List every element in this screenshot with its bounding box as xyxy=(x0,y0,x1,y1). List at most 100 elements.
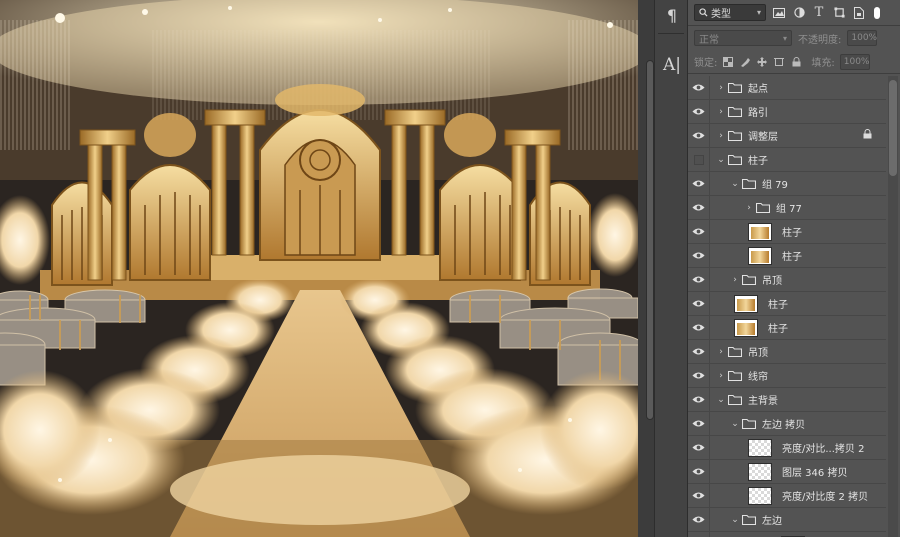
folder-icon xyxy=(727,346,743,358)
visibility-eye-icon[interactable] xyxy=(688,387,710,412)
type-filter-icon[interactable]: T xyxy=(812,5,826,20)
strip-divider xyxy=(658,33,684,34)
folder-icon xyxy=(727,394,743,406)
chevron-down-icon[interactable]: ⌄ xyxy=(730,179,740,189)
chevron-right-icon[interactable]: › xyxy=(744,203,754,213)
collapsed-panel-strip: ¶ A| xyxy=(654,0,688,537)
layer-row[interactable]: ⌄ 左边 xyxy=(688,507,886,532)
layer-row[interactable]: 亮度/对比度 2 拷贝 xyxy=(688,483,886,508)
lock-all-icon[interactable] xyxy=(790,56,802,68)
chevron-right-icon[interactable]: › xyxy=(730,275,740,285)
lock-transparency-icon[interactable] xyxy=(722,56,734,68)
chevron-right-icon[interactable]: › xyxy=(716,107,726,117)
visibility-eye-icon[interactable] xyxy=(688,267,710,292)
chevron-right-icon[interactable]: › xyxy=(716,83,726,93)
visibility-eye-icon[interactable] xyxy=(688,483,710,508)
layer-name: 线帘 xyxy=(748,372,768,383)
opacity-field[interactable]: 100% xyxy=(847,30,878,46)
folder-icon xyxy=(727,370,743,382)
layer-row[interactable]: › 吊顶 xyxy=(688,339,886,364)
lock-artboard-icon[interactable] xyxy=(773,56,785,68)
layer-thumbnail xyxy=(748,486,772,505)
layer-row[interactable]: ⌄ 组 79 xyxy=(688,171,886,196)
layer-row[interactable]: › 调整层 xyxy=(688,123,886,148)
opacity-label: 不透明度: xyxy=(798,34,842,46)
visibility-eye-icon[interactable] xyxy=(688,123,710,148)
visibility-eye-icon[interactable] xyxy=(688,243,710,268)
folder-icon xyxy=(727,106,743,118)
visibility-eye-icon[interactable] xyxy=(688,195,710,220)
layer-row[interactable]: › 起点 xyxy=(688,75,886,100)
layer-thumbnail xyxy=(748,438,772,457)
layer-row[interactable]: 亮度/对比...拷贝 2 xyxy=(688,435,886,460)
visibility-eye-icon[interactable] xyxy=(688,219,710,244)
chevron-right-icon[interactable]: › xyxy=(716,371,726,381)
layer-row[interactable]: 柱子 xyxy=(688,219,886,244)
visibility-eye-icon[interactable] xyxy=(688,363,710,388)
chevron-down-icon[interactable]: ⌄ xyxy=(716,395,726,405)
visibility-eye-icon[interactable] xyxy=(688,147,710,172)
chevron-right-icon[interactable]: › xyxy=(716,347,726,357)
visibility-eye-icon[interactable] xyxy=(688,435,710,460)
folder-icon xyxy=(741,514,757,526)
blend-mode-select[interactable]: 正常 ▾ xyxy=(694,30,792,46)
filter-toggle-switch[interactable] xyxy=(874,6,880,19)
paragraph-panel-button[interactable]: ¶ xyxy=(655,0,689,30)
wedding-stage-render xyxy=(0,0,638,537)
layer-row[interactable]: › 路引 xyxy=(688,99,886,124)
layer-row[interactable]: › 吊顶 xyxy=(688,267,886,292)
layer-row[interactable]: 柱子 xyxy=(688,291,886,316)
search-icon xyxy=(699,8,708,17)
layers-scrollbar-thumb[interactable] xyxy=(889,80,897,176)
adjustment-filter-icon[interactable] xyxy=(792,6,806,20)
visibility-eye-icon[interactable] xyxy=(688,531,710,537)
chevron-down-icon[interactable]: ⌄ xyxy=(730,419,740,429)
visibility-eye-icon[interactable] xyxy=(688,315,710,340)
layers-scrollbar[interactable] xyxy=(888,76,898,537)
layer-row[interactable]: ⌄ 左边 拷贝 xyxy=(688,411,886,436)
chevron-down-icon[interactable]: ⌄ xyxy=(716,155,726,165)
document-canvas[interactable] xyxy=(0,0,638,537)
shape-filter-icon[interactable] xyxy=(832,6,846,20)
visibility-eye-icon[interactable] xyxy=(688,291,710,316)
layer-row[interactable]: 图层 346 拷贝 xyxy=(688,459,886,484)
layer-thumbnail xyxy=(748,222,772,241)
layer-name: 起点 xyxy=(748,84,768,95)
fill-label: 填充: xyxy=(811,58,835,69)
layer-row[interactable]: 柱子 xyxy=(688,315,886,340)
layer-row[interactable]: ⌄ 主背景 xyxy=(688,387,886,412)
layer-filter-label: 类型 xyxy=(711,9,731,20)
canvas-vertical-scrollbar[interactable] xyxy=(638,0,654,537)
layer-name: 组 79 xyxy=(762,180,788,191)
layer-name: 亮度/对比度 2 拷贝 xyxy=(782,492,869,503)
scrollbar-thumb[interactable] xyxy=(646,60,654,420)
visibility-eye-icon[interactable] xyxy=(688,339,710,364)
lock-pixels-icon[interactable] xyxy=(739,56,751,68)
smart-object-filter-icon[interactable] xyxy=(852,6,866,20)
paragraph-icon: ¶ xyxy=(666,5,678,25)
visibility-eye-icon[interactable] xyxy=(688,411,710,436)
layer-row[interactable]: ↲∞亮...2 xyxy=(688,531,886,537)
layer-row[interactable]: ⌄ 柱子 xyxy=(688,147,886,172)
layer-name: 主背景 xyxy=(748,396,778,407)
layer-name: 路引 xyxy=(748,108,768,119)
visibility-eye-icon[interactable] xyxy=(688,507,710,532)
visibility-eye-icon[interactable] xyxy=(688,99,710,124)
visibility-eye-icon[interactable] xyxy=(688,459,710,484)
chevron-right-icon[interactable]: › xyxy=(716,131,726,141)
lock-position-icon[interactable] xyxy=(756,56,768,68)
fill-field[interactable]: 100% xyxy=(839,53,870,70)
layer-row[interactable]: 柱子 xyxy=(688,243,886,268)
layer-filter-select[interactable]: 类型 ▾ xyxy=(694,4,766,21)
layer-name: 左边 拷贝 xyxy=(762,420,806,431)
blend-mode-value: 正常 xyxy=(699,34,719,46)
character-panel-button[interactable]: A| xyxy=(655,50,689,80)
folder-icon xyxy=(741,418,757,430)
folder-icon xyxy=(741,178,757,190)
chevron-down-icon[interactable]: ⌄ xyxy=(730,515,740,525)
visibility-eye-icon[interactable] xyxy=(688,171,710,196)
visibility-eye-icon[interactable] xyxy=(688,75,710,100)
image-filter-icon[interactable] xyxy=(772,6,786,20)
layer-row[interactable]: › 线帘 xyxy=(688,363,886,388)
layer-row[interactable]: › 组 77 xyxy=(688,195,886,220)
